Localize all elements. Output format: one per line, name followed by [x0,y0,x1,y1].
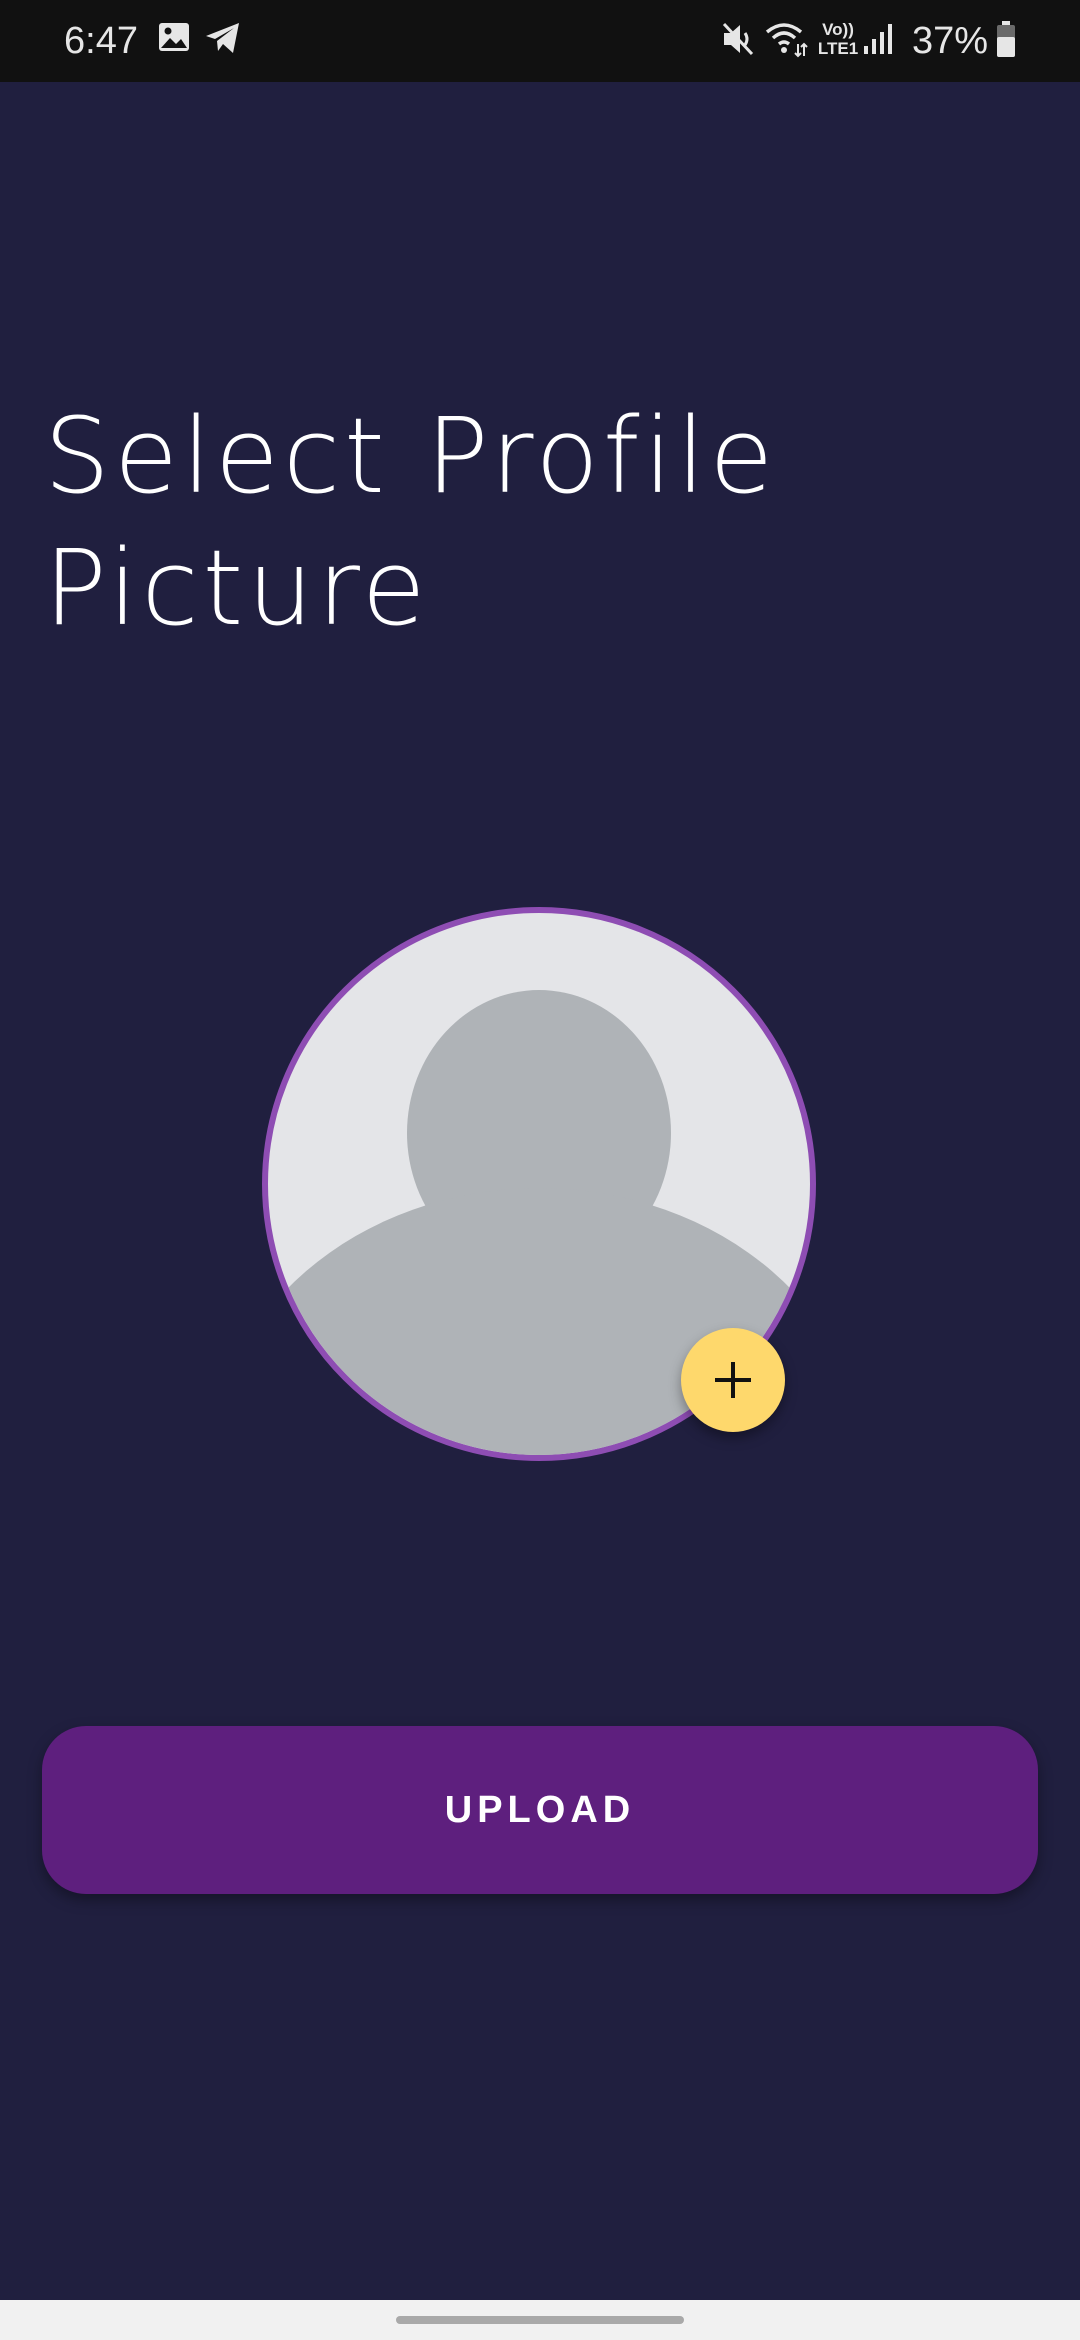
telegram-icon [204,20,242,61]
lte-label: LTE1 [817,39,859,58]
wifi-icon [764,20,808,63]
page-title: Select Profile Picture [44,395,778,649]
signal-icon [862,20,898,61]
status-bar: 6:47 Vo)) LTE1 37% [0,0,1080,82]
plus-icon [715,1362,751,1398]
battery-icon [995,20,1017,63]
navigation-bar [0,2300,1080,2340]
gallery-icon [157,20,191,59]
gesture-handle[interactable] [396,2316,684,2324]
upload-button[interactable]: UPLOAD [42,1726,1038,1894]
mute-icon [720,20,756,63]
volte-lte1-icon: Vo)) LTE1 [816,20,860,58]
status-time: 6:47 [64,20,138,62]
volte-label: Vo)) [822,20,854,39]
battery-percent: 37% [912,20,989,62]
add-photo-button[interactable] [681,1328,785,1432]
